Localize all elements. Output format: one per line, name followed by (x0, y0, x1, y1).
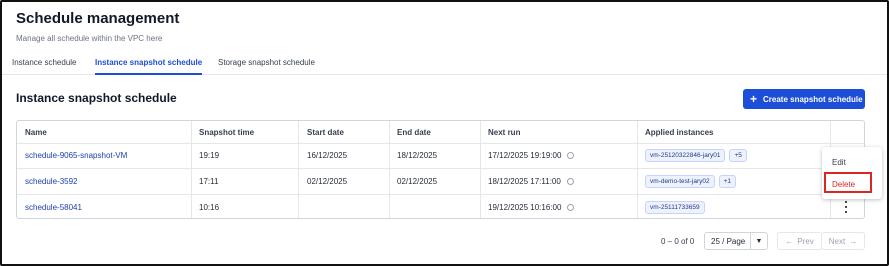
column-header-next-run[interactable]: Next run (488, 121, 520, 143)
instance-chip[interactable]: vm-25111733659 (645, 200, 705, 214)
column-header-end-date[interactable]: End date (397, 121, 431, 143)
snapshot-time: 10:16 (199, 202, 220, 212)
page-subtitle: Manage all schedule within the VPC here (16, 34, 163, 43)
page-title: Schedule management (16, 10, 180, 27)
clock-icon (566, 177, 574, 185)
arrow-left-icon: ← (785, 236, 794, 246)
more-instances-badge[interactable]: +1 (718, 174, 737, 188)
next-run: 19/12/2025 10:16:00 (488, 194, 575, 218)
next-label: Next (828, 236, 846, 246)
column-divider (298, 121, 299, 218)
column-header-snapshot-time[interactable]: Snapshot time (199, 121, 254, 143)
menu-item-edit[interactable]: Edit (832, 158, 846, 167)
column-divider (480, 121, 481, 218)
column-header-name[interactable]: Name (25, 121, 47, 143)
end-date: 02/12/2025 (397, 176, 438, 186)
schedule-name-link[interactable]: schedule-9065-snapshot-VM (25, 143, 127, 168)
end-date: 18/12/2025 (397, 151, 438, 160)
next-run-value: 17/12/2025 19:19:00 (488, 151, 562, 160)
column-divider (191, 121, 192, 218)
delete-highlight-box (824, 172, 872, 193)
create-button-label: Create snapshot schedule (763, 94, 863, 104)
row-actions-kebab-icon[interactable] (843, 200, 849, 214)
start-date: 02/12/2025 (307, 176, 348, 186)
tab-bar: Instance schedule Instance snapshot sche… (2, 52, 887, 75)
column-divider (637, 121, 638, 218)
snapshot-time: 17:11 (199, 176, 219, 186)
applied-instances: vm-25120322846-jary01 +5 (645, 143, 751, 168)
column-header-applied-instances[interactable]: Applied instances (645, 121, 713, 143)
row-divider (17, 194, 864, 195)
page-header: Schedule management Manage all schedule … (16, 10, 179, 43)
next-page-button[interactable]: Next → (821, 232, 865, 250)
tab-instance-schedule[interactable]: Instance schedule (12, 58, 77, 75)
page-size-value: 25 / Page (705, 233, 751, 249)
column-header-start-date[interactable]: Start date (307, 121, 344, 143)
schedule-name-link[interactable]: schedule-58041 (25, 194, 82, 218)
section-title: Instance snapshot schedule (16, 91, 177, 105)
snapshot-time: 19:19 (199, 151, 220, 160)
next-run-value: 18/12/2025 17:11:00 (488, 176, 561, 186)
instance-chip[interactable]: vm-demo-test-jary02 (645, 174, 715, 188)
prev-label: Prev (797, 236, 814, 246)
applied-instances: vm-demo-test-jary02 +1 (645, 168, 740, 194)
clock-icon (567, 203, 575, 211)
schedule-name-link[interactable]: schedule-3592 (25, 168, 77, 194)
applied-instances: vm-25111733659 (645, 194, 709, 218)
next-run-value: 19/12/2025 10:16:00 (488, 202, 562, 212)
next-run: 17/12/2025 19:19:00 (488, 143, 575, 168)
tab-instance-snapshot-schedule[interactable]: Instance snapshot schedule (95, 58, 203, 75)
tab-storage-snapshot-schedule[interactable]: Storage snapshot schedule (218, 58, 315, 75)
caret-down-icon: ▼ (755, 237, 763, 245)
next-run: 18/12/2025 17:11:00 (488, 168, 574, 194)
page-size-select[interactable]: 25 / Page ▼ (704, 232, 768, 250)
clock-icon (567, 152, 575, 159)
start-date: 16/12/2025 (307, 151, 348, 160)
arrow-right-icon: → (849, 236, 858, 246)
schedule-table: Name Snapshot time Start date End date N… (16, 120, 865, 219)
more-instances-badge[interactable]: +5 (729, 149, 747, 162)
instance-chip[interactable]: vm-25120322846-jary01 (645, 149, 726, 162)
create-snapshot-schedule-button[interactable]: + Create snapshot schedule (743, 89, 865, 109)
column-divider (389, 121, 390, 218)
plus-icon: + (750, 92, 758, 106)
prev-page-button[interactable]: ← Prev (777, 232, 822, 250)
pagination-info: 0 – 0 of 0 (661, 237, 695, 246)
